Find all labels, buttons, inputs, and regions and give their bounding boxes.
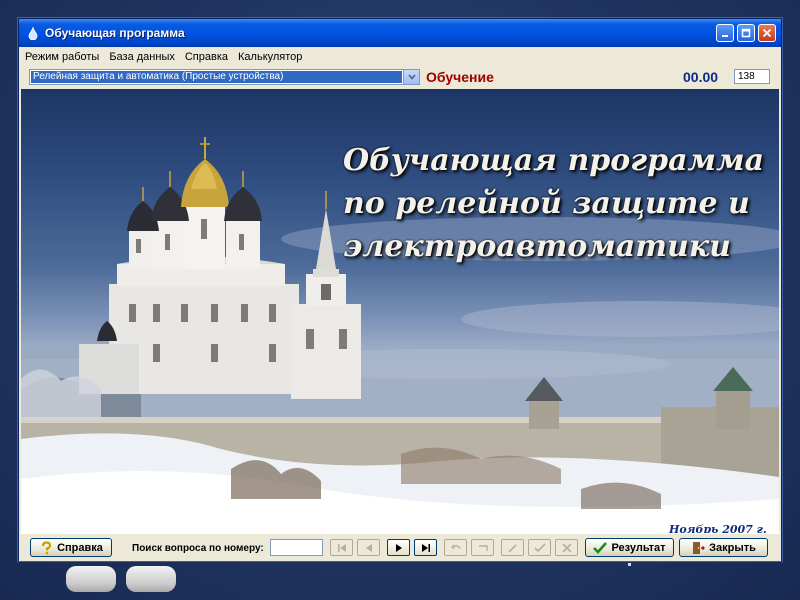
- first-question-button[interactable]: [330, 539, 353, 556]
- question-icon: [41, 540, 52, 554]
- question-count-field: 138: [734, 69, 770, 84]
- heading-line-2: по релейной защите и: [343, 186, 750, 221]
- return-button[interactable]: [471, 539, 494, 556]
- toolbar: Релейная защита и автоматика (Простые ус…: [19, 67, 781, 89]
- search-label: Поиск вопроса по номеру:: [132, 543, 264, 554]
- mark-button[interactable]: [501, 539, 524, 556]
- skip-start-icon: [337, 543, 346, 552]
- bottom-toolbar: Справка Поиск вопроса по номеру: Результ…: [19, 533, 781, 561]
- title-bar[interactable]: Обучающая программа: [19, 19, 781, 47]
- help-button-label: Справка: [57, 541, 103, 554]
- window-title: Обучающая программа: [45, 26, 185, 40]
- app-drop-icon: [26, 26, 40, 40]
- topic-select[interactable]: Релейная защита и автоматика (Простые ус…: [29, 69, 420, 85]
- heading-line-3: электроавтоматики: [343, 229, 731, 264]
- next-question-button[interactable]: [387, 539, 410, 556]
- menu-database[interactable]: База данных: [104, 51, 180, 63]
- mode-label: Обучение: [426, 69, 494, 85]
- undo-icon: [450, 544, 461, 549]
- check-answer-button[interactable]: [528, 539, 551, 556]
- result-button[interactable]: Результат: [585, 538, 674, 557]
- program-heading: Обучающая программа по релейной защите и…: [343, 139, 773, 268]
- close-button[interactable]: [758, 24, 776, 42]
- decorative-pill-left: [66, 566, 116, 592]
- release-date: Ноябрь 2007 г.: [669, 523, 767, 533]
- skip-end-icon: [421, 543, 430, 552]
- previous-question-button[interactable]: [357, 539, 380, 556]
- last-question-button[interactable]: [414, 539, 437, 556]
- minimize-icon: [722, 35, 728, 37]
- exit-button[interactable]: Закрыть: [679, 538, 768, 557]
- exit-button-label: Закрыть: [709, 541, 756, 554]
- chevron-down-icon: [407, 74, 416, 80]
- heading-line-1: Обучающая программа: [343, 143, 765, 178]
- undo-button[interactable]: [444, 539, 467, 556]
- pen-icon: [507, 543, 517, 553]
- cross-icon: [561, 542, 572, 553]
- app-window: Обучающая программа Режим работы База да…: [18, 18, 782, 561]
- menu-mode[interactable]: Режим работы: [19, 51, 104, 63]
- decorative-dot: [628, 563, 631, 566]
- topic-select-value: Релейная защита и автоматика (Простые ус…: [31, 71, 402, 83]
- return-icon: [478, 544, 488, 551]
- result-button-label: Результат: [611, 541, 666, 554]
- topic-dropdown-button[interactable]: [403, 70, 419, 84]
- maximize-button[interactable]: [737, 24, 755, 42]
- minimize-button[interactable]: [716, 24, 734, 42]
- question-number-input[interactable]: [270, 539, 323, 556]
- clear-answer-button[interactable]: [555, 539, 578, 556]
- timer-display: 00.00: [683, 69, 719, 85]
- exit-door-icon: [693, 541, 706, 554]
- play-icon: [395, 543, 402, 552]
- play-back-icon: [365, 543, 372, 552]
- help-button[interactable]: Справка: [30, 538, 112, 557]
- close-icon: [762, 28, 772, 38]
- maximize-icon: [741, 28, 751, 38]
- checkmark-icon: [593, 541, 608, 554]
- splash-image-area: Обучающая программа по релейной защите и…: [21, 89, 779, 533]
- check-icon: [533, 542, 546, 552]
- menu-calculator[interactable]: Калькулятор: [233, 51, 307, 63]
- decorative-pill-right: [126, 566, 176, 592]
- menu-help[interactable]: Справка: [180, 51, 233, 63]
- menu-bar: Режим работы База данных Справка Калькул…: [19, 47, 781, 67]
